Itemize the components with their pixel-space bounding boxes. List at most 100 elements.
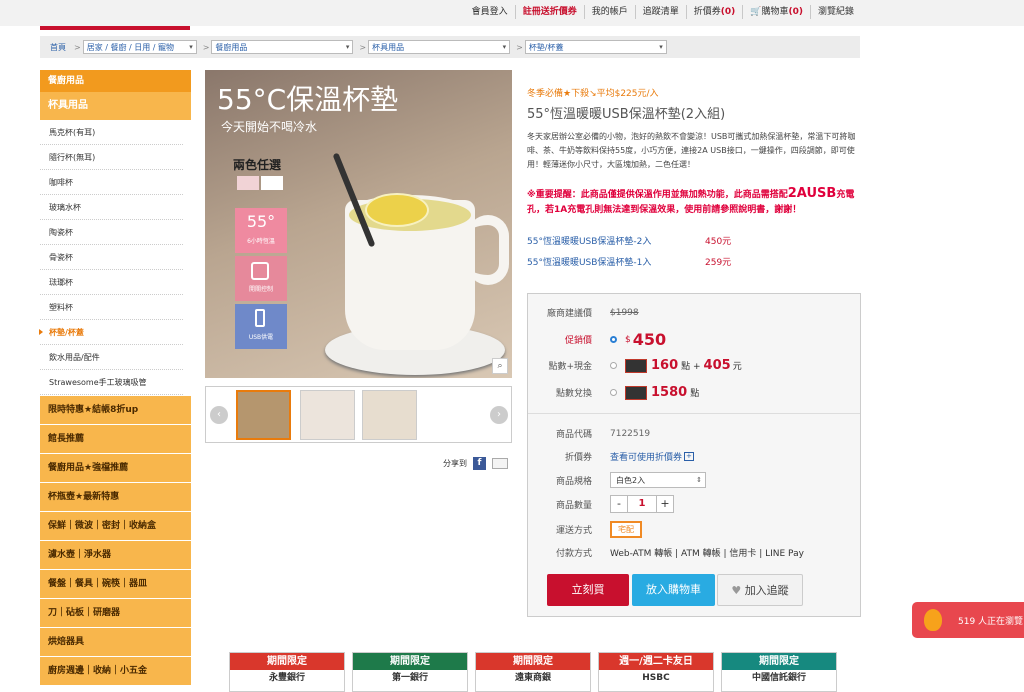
add-to-cart-button[interactable]: 放入購物車: [632, 574, 715, 606]
sidebar-item[interactable]: 塑料杯: [40, 295, 183, 320]
chevron-down-icon: ▾: [659, 43, 663, 51]
account-link[interactable]: 我的帳戶: [583, 5, 635, 19]
history-link[interactable]: 瀏覽紀錄: [809, 5, 861, 19]
coupon-link[interactable]: 查看可使用折價券: [610, 450, 682, 463]
warning-part-a: ※重要提醒：此商品僅提供保溫作用並無加熱功能，此商品需搭配: [527, 190, 788, 200]
sidebar-item[interactable]: 飲水用品/配件: [40, 345, 183, 370]
sale-radio[interactable]: [610, 336, 617, 343]
bank-promo-card[interactable]: 期間限定 永豐銀行: [229, 652, 345, 692]
breadcrumb-select-2[interactable]: 餐廚用品 ▾: [211, 40, 354, 54]
cart-label: 購物車: [761, 7, 789, 17]
breadcrumb-select-4[interactable]: 杯墊/杯蓋 ▾: [524, 40, 667, 54]
sidebar-category[interactable]: 保鮮｜微波｜密封｜收納盒: [40, 511, 191, 540]
sidebar-item-active[interactable]: 杯墊/杯蓋: [39, 320, 183, 345]
mix-points-unit: 點 +: [681, 362, 701, 372]
sale-price-row[interactable]: 促銷價 $ 450: [528, 330, 860, 349]
breadcrumb-select-1[interactable]: 居家 / 餐廚 / 日用 / 寵物 ▾: [82, 40, 197, 54]
product-info: 冬季必備★下殺↘平均$225元/入 55°恆溫暖暖USB保溫杯墊(2入組) 冬天…: [527, 86, 860, 272]
bank-promo-card[interactable]: 期間限定 遠東商銀: [475, 652, 591, 692]
wishlist-link[interactable]: 追蹤清單: [634, 5, 686, 19]
sidebar-item[interactable]: 玻璃水杯: [40, 195, 183, 220]
bank-promo-card[interactable]: 期間限定中國信託銀行: [721, 652, 837, 692]
bank-promo-card[interactable]: 週一/週二卡友日 HSBC: [598, 652, 714, 692]
sidebar-category[interactable]: 杯瓶壺★最新特惠: [40, 482, 191, 511]
ship-option[interactable]: 宅配: [610, 521, 642, 538]
sidebar-item[interactable]: 咖啡杯: [40, 170, 183, 195]
sidebar-category[interactable]: 館長推薦: [40, 424, 191, 453]
sidebar-category[interactable]: 刀｜砧板｜研磨器: [40, 598, 191, 627]
thumbnail[interactable]: [362, 390, 417, 440]
spec-select[interactable]: 白色2入 ⇕: [610, 472, 706, 488]
mix-radio[interactable]: [610, 362, 617, 369]
zoom-icon[interactable]: ⌕: [492, 358, 508, 374]
sidebar-item[interactable]: 骨瓷杯: [40, 245, 183, 270]
coupon-row: 折價券 查看可使用折價券 +: [528, 450, 860, 463]
cart-link[interactable]: 🛒購物車(0): [742, 5, 810, 19]
product-main-image[interactable]: 55°C保溫杯墊 今天開始不喝冷水 兩色任選 55° 6小時恆溫 開關控制 USB…: [205, 70, 512, 378]
bank-promo-header: 期間限定: [722, 653, 836, 670]
add-to-wishlist-button[interactable]: ♥ 加入追蹤: [717, 574, 803, 606]
points-cash-row[interactable]: 點數+現金 160 點 + 405 元: [528, 358, 860, 373]
warning-highlight: 2AUSB: [787, 186, 837, 201]
sidebar-category[interactable]: 餐盤｜餐具｜碗筷｜器皿: [40, 569, 191, 598]
plus-icon[interactable]: +: [684, 452, 694, 461]
mix-points: 160: [651, 358, 679, 373]
quantity-stepper: - 1 +: [610, 495, 674, 513]
thumbnail-strip: ‹ ›: [205, 386, 512, 443]
variant-item[interactable]: 55°恆溫暖暖USB保溫杯墊-2入 450元: [527, 230, 860, 251]
coupon-link[interactable]: 折價券(0): [685, 5, 743, 19]
flame-icon: [924, 609, 942, 631]
mix-label: 點數+現金: [548, 362, 592, 372]
bank-promo-card[interactable]: 期間限定 第一銀行: [352, 652, 468, 692]
viewer-count-badge[interactable]: 519 人正在瀏覽: [912, 602, 1024, 638]
feature-temp-label: 6小時恆溫: [247, 238, 275, 245]
facebook-icon[interactable]: f: [473, 457, 486, 470]
sidebar-category[interactable]: 濾水壺｜淨水器: [40, 540, 191, 569]
thumbnail[interactable]: [236, 390, 291, 440]
bank-name: 中國信託銀行: [751, 673, 806, 683]
breadcrumb: 首頁 > 居家 / 餐廚 / 日用 / 寵物 ▾ > 餐廚用品 ▾ > 杯具用品 ▾ …: [40, 36, 860, 58]
variant-item[interactable]: 55°恆溫暖暖USB保溫杯墊-1入 259元: [527, 251, 860, 272]
top-bar: 會員登入 註冊送折價券 我的帳戶 追蹤清單 折價券(0) 🛒購物車(0) 瀏覽紀…: [0, 0, 1024, 26]
bank-name: 第一銀行: [391, 673, 428, 683]
mix-cash-unit: 元: [732, 362, 742, 372]
redeem-points: 1580: [651, 385, 688, 400]
points-redeem-row[interactable]: 點數兌換 1580 點: [528, 385, 860, 400]
sidebar-item[interactable]: Strawesome手工玻璃吸管: [40, 370, 183, 395]
sidebar-item[interactable]: 隨行杯(無耳): [40, 145, 183, 170]
next-arrow-icon[interactable]: ›: [490, 406, 508, 424]
sidebar-category[interactable]: 廚房週邊｜收納｜小五金: [40, 656, 191, 685]
bank-name: HSBC: [642, 673, 670, 683]
sidebar-category[interactable]: 烘焙器具: [40, 627, 191, 656]
mail-icon[interactable]: [492, 458, 508, 469]
image-title: 55°C保溫杯墊: [217, 83, 399, 116]
qty-plus-button[interactable]: +: [656, 495, 674, 513]
code-label: 商品代碼: [555, 430, 592, 440]
sidebar-item[interactable]: 陶瓷杯: [40, 220, 183, 245]
thumbnail[interactable]: [300, 390, 355, 440]
prev-arrow-icon[interactable]: ‹: [210, 406, 228, 424]
sidebar-header[interactable]: 餐廚用品: [40, 70, 191, 92]
breadcrumb-home[interactable]: 首頁: [40, 42, 72, 53]
breadcrumb-select-3[interactable]: 杯具用品 ▾: [368, 40, 511, 54]
bank-name: 遠東商銀: [514, 673, 551, 683]
redeem-radio[interactable]: [610, 389, 617, 396]
breadcrumb-sep: >: [359, 42, 367, 52]
register-link[interactable]: 註冊送折價券: [514, 5, 584, 19]
pay-methods: Web-ATM 轉帳 | ATM 轉帳 | 信用卡 | LINE Pay: [610, 549, 804, 559]
qty-input[interactable]: 1: [628, 495, 656, 513]
login-link[interactable]: 會員登入: [465, 5, 515, 19]
bank-promos: 期間限定 永豐銀行 期間限定 第一銀行 期間限定 遠東商銀 週一/週二卡友日 HSBC …: [229, 652, 837, 692]
shipping-row: 運送方式 宅配: [528, 521, 860, 538]
msrp-row: 廠商建議價 $1998: [528, 306, 860, 320]
sidebar-subheader[interactable]: 杯具用品: [40, 92, 191, 120]
buy-now-button[interactable]: 立刻買: [547, 574, 629, 606]
sidebar-category[interactable]: 餐廚用品★強檔推薦: [40, 453, 191, 482]
sale-label: 促銷價: [564, 336, 592, 346]
pay-label: 付款方式: [555, 549, 592, 559]
sidebar-item[interactable]: 馬克杯(有耳): [40, 120, 183, 145]
sidebar-item[interactable]: 琺瑯杯: [40, 270, 183, 295]
sidebar-category[interactable]: 限時特惠★結帳8折up: [40, 395, 191, 424]
qty-label: 商品數量: [555, 500, 592, 511]
qty-minus-button[interactable]: -: [610, 495, 628, 513]
